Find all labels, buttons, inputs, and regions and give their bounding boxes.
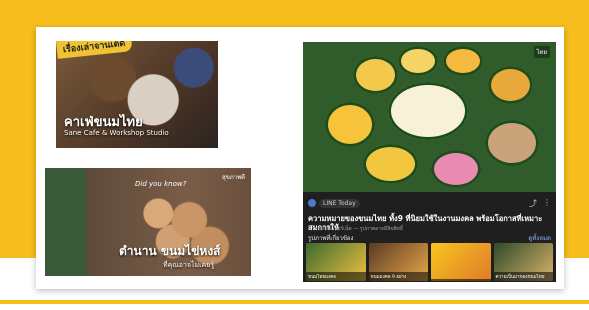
related-image[interactable]: ขนมมงคล 9 อย่าง: [368, 243, 428, 281]
dessert-bowl: [353, 56, 398, 94]
thumbnail-title: ตำนาน ขนมไข่หงส์: [119, 244, 221, 258]
dessert-bowl: [485, 120, 539, 166]
thumbnail-subtitle: Sane Cafe & Workshop Studio: [64, 129, 169, 137]
hero-badge: ไทย: [533, 46, 550, 58]
related-image[interactable]: [431, 243, 491, 281]
source-logo-icon: [308, 199, 316, 207]
thumbnail-thai-dessert-cafe[interactable]: เรื่องเล่าจานเด็ด คาเฟ่ขนมไทย Sane Cafe …: [56, 41, 218, 148]
dessert-bowl: [431, 150, 481, 188]
related-image[interactable]: ความเป็นมาของขนมไทย: [493, 243, 553, 281]
source-name[interactable]: LINE Today: [319, 198, 360, 208]
more-options-icon[interactable]: ⋮: [543, 198, 551, 209]
dessert-bowl: [363, 144, 418, 184]
related-image-caption: ความเป็นมาของขนมไทย: [493, 272, 553, 281]
related-image-caption: ขนมมงคล 9 อย่าง: [368, 272, 428, 281]
thumbnail-khai-hong-legend[interactable]: Did you know? สุขภาพดี ตำนาน ขนมไข่หงส์ …: [45, 168, 251, 276]
did-you-know-text: Did you know?: [135, 180, 187, 188]
related-images-strip: ขนมไทยมงคล ขนมมงคล 9 อย่าง ความเป็นมาของ…: [306, 243, 553, 281]
copyright-note: ภาพจากอินเทอร์เน็ต — รูปภาพอาจมีลิขสิทธิ…: [308, 226, 404, 232]
viewer-actions: ⤴ ⋮: [529, 198, 551, 209]
dessert-bowl: [398, 46, 438, 76]
share-icon[interactable]: ⤴: [529, 198, 537, 209]
related-images-label: รูปภาพที่เกี่ยวข้อง: [308, 235, 354, 242]
see-all-link[interactable]: ดูทั้งหมด: [528, 233, 551, 243]
dessert-bowl: [488, 66, 533, 104]
source-row: LINE Today ⤴ ⋮: [308, 197, 551, 209]
thumbnail-tag: เรื่องเล่าจานเด็ด: [56, 41, 133, 59]
thumbnail-subtitle: ที่คุณอาจไม่เคยรู้: [163, 261, 215, 269]
yellow-underline: [0, 300, 589, 304]
hero-image-thai-desserts[interactable]: ไทย: [303, 42, 556, 192]
image-viewer-panel: ไทย LINE Today ⤴ ⋮ ความหมายของขนมไทย ทั้…: [303, 42, 556, 282]
related-image[interactable]: ขนมไทยมงคล: [306, 243, 366, 281]
dessert-bowl-center: [388, 82, 468, 140]
related-image-caption: [431, 279, 491, 281]
dessert-bowl: [443, 46, 483, 76]
dessert-bowl: [325, 102, 375, 147]
thumbnail-badge: สุขภาพดี: [222, 174, 245, 181]
related-image-caption: ขนมไทยมงคล: [306, 272, 366, 281]
